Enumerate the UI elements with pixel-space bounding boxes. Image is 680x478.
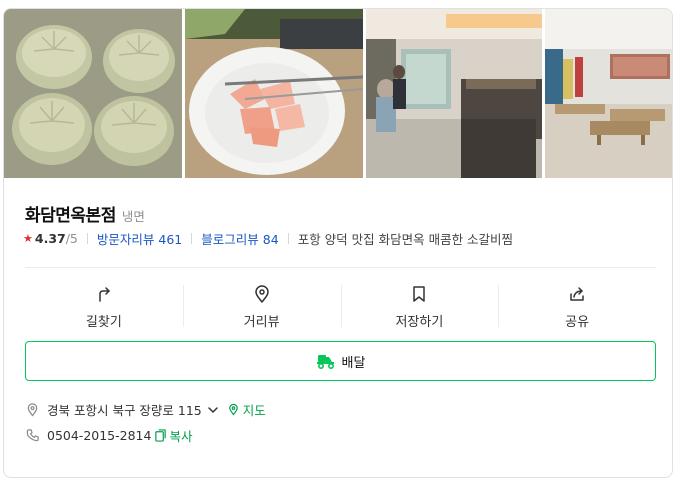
- visitor-review-count: 461: [158, 232, 183, 247]
- dumplings-photo[interactable]: [4, 9, 182, 178]
- delivery-button[interactable]: 배달: [25, 341, 656, 381]
- place-category: 냉면: [121, 209, 145, 224]
- location-pin-icon: [254, 285, 269, 303]
- street-view-button[interactable]: 거리뷰: [182, 277, 341, 337]
- meta-row: ★ 4.37 /5 방문자리뷰 461 블로그리뷰 84 포항 양덕 맛집 화담면옥…: [23, 229, 513, 248]
- share-icon: [570, 287, 584, 301]
- directions-button[interactable]: 길찾기: [25, 277, 183, 337]
- copy-phone-button[interactable]: 복사: [154, 426, 192, 445]
- share-button[interactable]: 공유: [498, 277, 656, 337]
- rating-max: /5: [65, 231, 78, 246]
- rating-value: 4.37: [34, 231, 66, 246]
- copy-label: 복사: [169, 429, 193, 444]
- map-pin-icon: [228, 403, 238, 416]
- save-label: 저장하기: [395, 315, 444, 330]
- visitor-review-label: 방문자리뷰: [96, 232, 155, 247]
- address-row: 경북 포항시 북구 장량로 115 지도: [25, 400, 266, 419]
- blog-review-label: 블로그리뷰: [201, 232, 259, 247]
- map-link[interactable]: 지도: [227, 400, 266, 419]
- bookmark-icon: [413, 286, 426, 302]
- copy-icon: [155, 429, 167, 442]
- place-description: 포항 양덕 맛집 화담면옥 매콤한 소갈비찜: [297, 232, 514, 247]
- street-view-label: 거리뷰: [243, 315, 280, 330]
- restaurant-interior-photo[interactable]: [366, 9, 542, 178]
- share-label: 공유: [565, 315, 590, 330]
- map-label: 지도: [242, 403, 266, 418]
- seating-room-photo[interactable]: [545, 9, 672, 178]
- place-card: 화담면옥본점 냉면 ★ 4.37 /5 방문자리뷰 461 블로그리뷰 84 포항 …: [3, 8, 673, 478]
- location-pin-icon: [27, 403, 38, 417]
- directions-icon: [99, 287, 110, 302]
- title-row: 화담면옥본점 냉면: [25, 201, 145, 226]
- delivery-scooter-icon: [316, 355, 334, 369]
- delivery-label: 배달: [341, 355, 366, 371]
- phone-number: 0504-2015-2814: [47, 428, 152, 443]
- divider: [25, 267, 656, 268]
- phone-icon: [26, 429, 39, 442]
- save-button[interactable]: 저장하기: [340, 277, 499, 337]
- blog-review-count: 84: [262, 232, 279, 247]
- visitor-review-link[interactable]: 방문자리뷰 461: [97, 229, 182, 248]
- photo-strip: [4, 9, 672, 178]
- directions-label: 길찾기: [85, 315, 122, 330]
- place-name[interactable]: 화담면옥본점: [25, 201, 116, 226]
- blog-review-link[interactable]: 블로그리뷰 84: [201, 229, 278, 248]
- chevron-down-icon[interactable]: [207, 404, 219, 416]
- action-bar: 길찾기 거리뷰 저장하기 공유: [25, 277, 656, 337]
- phone-row: 0504-2015-2814 복사: [25, 426, 192, 445]
- separator: [86, 233, 88, 244]
- pickled-radish-photo[interactable]: [185, 9, 363, 178]
- separator: [287, 233, 289, 244]
- address-text: 경북 포항시 북구 장량로 115: [47, 403, 202, 418]
- separator: [191, 233, 193, 244]
- star-icon: ★: [23, 232, 33, 245]
